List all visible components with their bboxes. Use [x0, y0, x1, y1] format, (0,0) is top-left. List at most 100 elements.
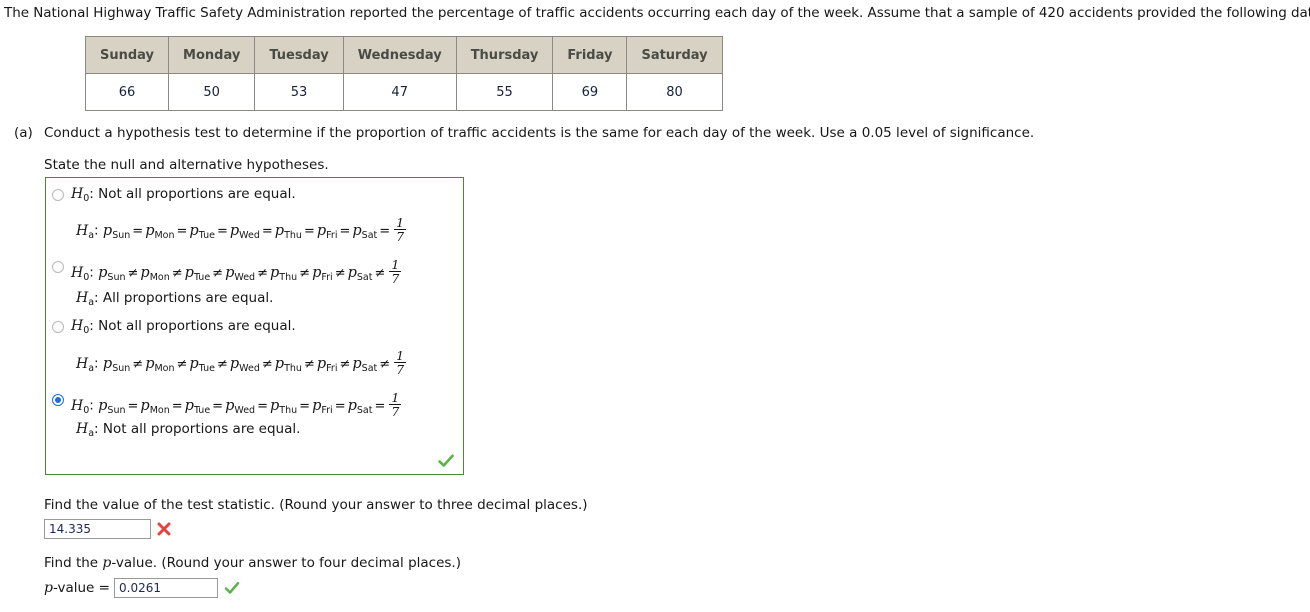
p-value-label-suffix: -value = — [52, 580, 110, 596]
fraction-one-seventh: 17 — [389, 391, 402, 420]
option-4-equation: pSun = pMon = pTue = pWed = pThu = pFri = pSat = 1 7 — [98, 391, 402, 418]
option-3-null-text: : Not all proportions are equal. — [89, 318, 296, 334]
operator-symbol: = — [261, 223, 273, 239]
option-1-alt-hypothesis: Ha: pSun = pMon = pTue = pWed = pThu = pFri = pSat = 1… — [76, 215, 407, 244]
ha-symbol-2: Ha — [76, 290, 95, 308]
operator-symbol: ≠ — [127, 265, 139, 281]
p-value-label: p-value = — [44, 580, 110, 596]
fraction-numerator: 1 — [396, 215, 405, 230]
operator-symbol: ≠ — [216, 356, 228, 372]
data-table-container: Sunday Monday Tuesday Wednesday Thursday… — [84, 36, 723, 111]
p-term-thu: pThu — [274, 355, 302, 374]
option-2-equation: pSun ≠ pMon ≠ pTue ≠ pWed ≠ pThu ≠ pFri ≠ pSat ≠ 1 7 — [98, 258, 402, 285]
h0-symbol-2: H0 — [71, 264, 90, 283]
table-cell-wednesday: 47 — [342, 73, 457, 111]
operator-symbol: = — [339, 223, 351, 239]
check-icon — [438, 454, 454, 467]
option-3-equation: pSun ≠ pMon ≠ pTue ≠ pWed ≠ pThu ≠ pFri ≠ pSat ≠ 1 7 — [103, 349, 407, 376]
radio-option-3[interactable] — [52, 321, 64, 333]
operator-symbol: = — [216, 223, 228, 239]
table-cell-tuesday: 53 — [254, 73, 344, 111]
incorrect-icon — [157, 522, 171, 536]
table-header-row: Sunday Monday Tuesday Wednesday Thursday… — [84, 36, 723, 74]
p-term-sat: pSat — [347, 264, 373, 283]
p-term-sun: pSun — [102, 222, 131, 241]
fraction-one-seventh: 17 — [389, 257, 402, 287]
p-value-question: Find the p-value. (Round your answer to … — [44, 555, 461, 571]
p-term-sat: pSat — [347, 397, 373, 416]
p-term-thu: pThu — [270, 264, 298, 283]
ha-symbol-4: Ha — [76, 421, 95, 439]
table-row: 66 50 53 47 55 69 80 — [84, 73, 723, 111]
radio-option-4[interactable] — [52, 394, 64, 406]
fraction-denominator: 7 — [389, 404, 402, 420]
option-2-null-hypothesis: H0: pSun ≠ pMon ≠ pTue ≠ pWed ≠ pThu ≠ pFri ≠ pSat ≠ 1… — [71, 258, 402, 286]
table-header-tuesday: Tuesday — [254, 36, 344, 74]
table-header-thursday: Thursday — [455, 36, 554, 74]
radio-option-1[interactable] — [52, 189, 64, 201]
p-term-sun: pSun — [98, 264, 126, 283]
operator-symbol: = — [132, 223, 144, 239]
operator-symbol: = — [171, 398, 183, 414]
table-cell-monday: 50 — [168, 73, 256, 111]
operator-symbol: = — [299, 398, 311, 414]
operator-symbol: = — [257, 398, 268, 414]
table-header-friday: Friday — [552, 36, 628, 74]
option-4-null-colon: : — [89, 397, 94, 414]
h0-symbol-4: H0 — [71, 397, 90, 416]
operator-symbol: = — [303, 223, 315, 239]
option-1-null-hypothesis: H0: Not all proportions are equal. — [71, 187, 296, 203]
table-header-sunday: Sunday — [84, 36, 170, 74]
operator-symbol: = — [212, 398, 224, 414]
p-term-tue: pTue — [184, 264, 211, 283]
radio-option-2[interactable] — [52, 261, 64, 273]
option-3-alt-hypothesis: Ha: pSun ≠ pMon ≠ pTue ≠ pWed ≠ pThu ≠ pFri ≠ pSat ≠ 1… — [76, 349, 407, 377]
p-term-thu: pThu — [274, 222, 302, 241]
p-term-wed: pWed — [229, 355, 260, 374]
operator-symbol: ≠ — [261, 356, 273, 372]
table-cell-thursday: 55 — [455, 73, 554, 111]
p-term-mon: pMon — [140, 397, 170, 416]
part-a-prompt: Conduct a hypothesis test to determine i… — [44, 125, 1035, 141]
operator-symbol: ≠ — [212, 265, 224, 281]
p-value-label-italic: p — [44, 580, 53, 596]
operator-symbol: ≠ — [257, 265, 268, 281]
p-term-thu: pThu — [270, 397, 298, 416]
p-term-tue: pTue — [189, 222, 215, 241]
p-term-sat: pSat — [352, 355, 378, 374]
test-statistic-input[interactable] — [44, 519, 151, 539]
operator-symbol: ≠ — [334, 265, 346, 281]
p-term-sat: pSat — [352, 222, 378, 241]
h0-symbol-3: H0 — [71, 318, 90, 336]
option-2-alt-hypothesis: Ha: All proportions are equal. — [76, 290, 273, 308]
option-1-alt-colon: : — [94, 222, 99, 239]
ha-symbol-1: Ha — [76, 222, 95, 241]
table-cell-sunday: 66 — [84, 73, 170, 111]
test-statistic-question: Find the value of the test statistic. (R… — [44, 497, 588, 513]
p-term-mon: pMon — [145, 355, 175, 374]
p-term-mon: pMon — [145, 222, 175, 241]
p-term-tue: pTue — [189, 355, 215, 374]
p-term-fri: pFri — [316, 222, 338, 241]
table-cell-friday: 69 — [552, 73, 628, 111]
fraction-denominator: 7 — [389, 271, 402, 287]
fraction-denominator: 7 — [394, 362, 407, 378]
fraction-numerator: 1 — [391, 257, 400, 272]
accidents-data-table: Sunday Monday Tuesday Wednesday Thursday… — [84, 36, 723, 111]
p-value-question-suffix: -value. (Round your answer to four decim… — [111, 555, 461, 571]
p-term-wed: pWed — [229, 222, 260, 241]
operator-symbol: ≠ — [176, 356, 188, 372]
fraction-numerator: 1 — [396, 348, 405, 363]
p-term-mon: pMon — [140, 264, 170, 283]
p-value-input[interactable] — [114, 578, 218, 598]
option-4-alt-text: : Not all proportions are equal. — [94, 421, 301, 437]
correct-icon — [224, 581, 240, 594]
operator-symbol: ≠ — [379, 356, 391, 372]
table-header-monday: Monday — [168, 36, 256, 74]
p-term-tue: pTue — [184, 397, 211, 416]
problem-intro-text: The National Highway Traffic Safety Admi… — [4, 5, 1310, 21]
operator-symbol: = — [374, 398, 386, 414]
option-2-null-colon: : — [89, 264, 94, 281]
option-4-null-hypothesis: H0: pSun = pMon = pTue = pWed = pThu = pFri = pSat = 1… — [71, 391, 402, 419]
operator-symbol: = — [176, 223, 188, 239]
